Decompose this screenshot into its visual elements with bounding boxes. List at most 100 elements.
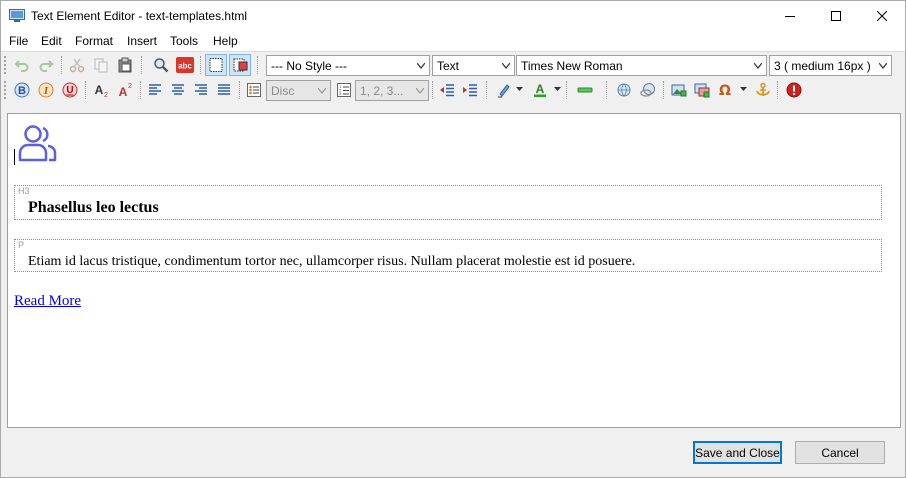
paragraph-text[interactable]: Etiam id lacus tristique, condimentum to…: [28, 254, 635, 270]
toolbar-separator: [566, 81, 567, 99]
toolbar-separator: [432, 81, 433, 99]
font-family-select[interactable]: Times New Roman: [516, 55, 767, 76]
subscript-button[interactable]: A2: [90, 79, 112, 101]
window-title: Text Element Editor - text-templates.htm…: [31, 9, 248, 23]
find-button[interactable]: [150, 54, 172, 76]
help-button[interactable]: [783, 79, 805, 101]
font-size-select[interactable]: 3 ( medium 16px ): [769, 55, 892, 76]
justify-icon: [218, 84, 230, 95]
justify-button[interactable]: [213, 79, 235, 101]
svg-text:Ω: Ω: [719, 83, 731, 98]
image-icon: [671, 84, 687, 97]
superscript-button[interactable]: A2: [114, 79, 136, 101]
minimize-button[interactable]: [767, 1, 813, 31]
title-bar: Text Element Editor - text-templates.htm…: [1, 1, 905, 31]
toolbar-separator: [257, 56, 258, 74]
outdent-button[interactable]: [436, 79, 458, 101]
insert-image-button[interactable]: [668, 79, 690, 101]
chevron-down-icon: [502, 63, 510, 69]
toolbar-grip[interactable]: [4, 81, 7, 99]
bold-button[interactable]: B: [11, 79, 33, 101]
redo-icon: [39, 60, 54, 72]
chevron-down-icon: [879, 63, 887, 69]
remove-link-button[interactable]: [637, 79, 659, 101]
numbering-style-select[interactable]: 1, 2, 3...: [355, 80, 429, 101]
bullet-style-select-value: Disc: [271, 84, 295, 98]
paste-button[interactable]: [114, 54, 136, 76]
insert-link-button[interactable]: [613, 79, 635, 101]
bullet-style-select[interactable]: Disc: [266, 80, 331, 101]
copy-icon: [94, 58, 108, 73]
menu-file[interactable]: File: [9, 34, 28, 48]
paragraph-block-tag: P: [18, 240, 25, 250]
maximize-button[interactable]: [813, 1, 859, 31]
element-type-select[interactable]: Text: [432, 55, 515, 76]
save-and-close-button[interactable]: Save and Close: [693, 441, 782, 464]
heading-text[interactable]: Phasellus leo lectus: [28, 199, 159, 217]
menu-insert[interactable]: Insert: [127, 34, 157, 48]
highlight-color-button[interactable]: [493, 79, 515, 101]
text-cursor: [14, 149, 15, 165]
info-alert-icon: [786, 82, 802, 98]
svg-text:U: U: [66, 85, 73, 96]
font-color-button[interactable]: A: [529, 79, 551, 101]
menu-tools[interactable]: Tools: [170, 34, 198, 48]
paragraph-block[interactable]: P Etiam id lacus tristique, condimentum …: [14, 239, 882, 272]
source-view-button[interactable]: [229, 54, 251, 76]
align-center-button[interactable]: [167, 79, 189, 101]
media-icon: [694, 83, 710, 98]
magnifier-icon: [154, 58, 169, 73]
cancel-button[interactable]: Cancel: [795, 441, 885, 464]
undo-button[interactable]: [11, 54, 33, 76]
align-left-button[interactable]: [144, 79, 166, 101]
horizontal-rule-button[interactable]: [574, 79, 596, 101]
highlight-dropdown-arrow-icon[interactable]: [516, 87, 523, 92]
italic-button[interactable]: I: [35, 79, 57, 101]
menu-help[interactable]: Help: [213, 34, 238, 48]
menu-format[interactable]: Format: [75, 34, 113, 48]
close-icon: [877, 11, 887, 21]
align-right-button[interactable]: [190, 79, 212, 101]
numbered-list-button[interactable]: 123: [333, 79, 355, 101]
toolbar-separator: [663, 81, 664, 99]
svg-text:B: B: [18, 85, 26, 97]
svg-text:I: I: [43, 85, 49, 97]
redo-button[interactable]: [35, 54, 57, 76]
indent-button[interactable]: [459, 79, 481, 101]
editor-canvas[interactable]: H3 Phasellus leo lectus P Etiam id lacus…: [7, 113, 901, 428]
globe-link-icon: [617, 83, 631, 97]
underline-button[interactable]: U: [59, 79, 81, 101]
spellcheck-button[interactable]: abc: [174, 54, 196, 76]
highlighter-icon: [498, 84, 510, 98]
font-family-select-value: Times New Roman: [521, 59, 623, 73]
bullet-list-button[interactable]: [243, 79, 265, 101]
superscript-icon: A2: [119, 83, 132, 98]
copy-button[interactable]: [90, 54, 112, 76]
style-select[interactable]: --- No Style ---: [266, 55, 430, 76]
font-color-dropdown-arrow-icon[interactable]: [554, 87, 561, 92]
menu-edit[interactable]: Edit: [41, 34, 62, 48]
anchor-icon: [756, 82, 770, 96]
special-character-button[interactable]: Ω: [714, 79, 736, 101]
align-left-icon: [149, 84, 161, 95]
close-window-button[interactable]: [859, 1, 905, 31]
undo-icon: [14, 60, 29, 72]
chevron-down-icon: [318, 88, 326, 94]
horizontal-rule-icon: [577, 87, 593, 93]
insert-media-button[interactable]: [691, 79, 713, 101]
underline-icon: U: [62, 82, 78, 98]
anchor-button[interactable]: [752, 79, 774, 101]
read-more-link[interactable]: Read More: [14, 293, 81, 310]
style-select-value: --- No Style ---: [271, 59, 347, 73]
h3-block[interactable]: H3 Phasellus leo lectus: [14, 185, 882, 220]
menu-bar: File Edit Format Insert Tools Help: [1, 31, 905, 52]
element-type-select-value: Text: [437, 59, 460, 73]
h3-block-tag: H3: [18, 186, 30, 196]
numbered-list-icon: 123: [337, 83, 351, 97]
toolbar-row-2: B I U A2 A2 Disc 1 2 3 1, 2, 3... A Ω: [1, 78, 905, 103]
show-blocks-button[interactable]: [205, 54, 227, 76]
cut-button[interactable]: [66, 54, 88, 76]
toolbar-grip[interactable]: [4, 56, 7, 74]
special-character-dropdown-arrow-icon[interactable]: [740, 87, 747, 92]
toolbar-separator: [239, 81, 240, 99]
